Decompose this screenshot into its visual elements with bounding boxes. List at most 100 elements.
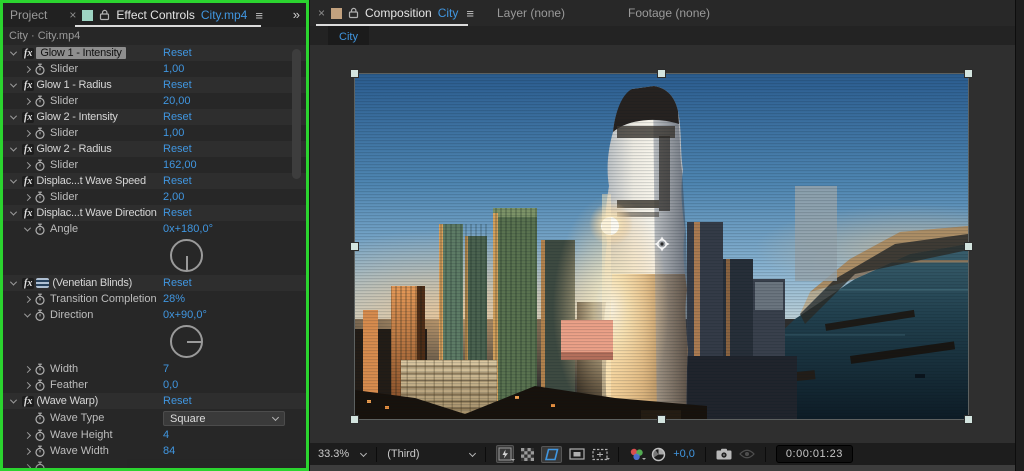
effect-name[interactable]: Displac...t Wave Speed: [36, 175, 146, 187]
mask-visibility-icon[interactable]: [541, 446, 562, 463]
chevron-down-icon[interactable]: [8, 208, 19, 219]
chevron-right-icon[interactable]: [22, 64, 33, 75]
chevron-down-icon[interactable]: [8, 144, 19, 155]
chevron-down-icon[interactable]: [8, 80, 19, 91]
stopwatch-icon[interactable]: [34, 363, 46, 376]
effect-row-displacement-wave-direction[interactable]: fx Displac...t Wave Direction Reset: [3, 205, 306, 221]
property-row-feather[interactable]: Feather 0,0: [3, 377, 306, 393]
reset-link[interactable]: Reset: [163, 143, 192, 155]
property-row-wave-width[interactable]: Wave Width 84: [3, 443, 306, 459]
reset-link[interactable]: Reset: [163, 111, 192, 123]
chevron-right-icon[interactable]: [22, 364, 33, 375]
property-value[interactable]: 84: [163, 445, 175, 457]
property-value[interactable]: 2,00: [163, 191, 184, 203]
effect-name[interactable]: Glow 1 - Intensity: [36, 47, 125, 59]
effect-name[interactable]: (Wave Warp): [36, 395, 98, 407]
stopwatch-icon[interactable]: [34, 445, 46, 458]
close-icon[interactable]: ×: [69, 8, 76, 22]
property-row-wave-type[interactable]: Wave Type Square: [3, 409, 306, 427]
property-row-slider[interactable]: Slider 20,00: [3, 93, 306, 109]
selection-handle-top-right[interactable]: [964, 69, 973, 78]
reset-link[interactable]: Reset: [163, 395, 192, 407]
effect-name[interactable]: Glow 1 - Radius: [36, 79, 111, 91]
reset-link[interactable]: Reset: [163, 277, 192, 289]
composition-viewport[interactable]: [310, 45, 1024, 443]
chevron-right-icon[interactable]: [22, 430, 33, 441]
region-of-interest-icon[interactable]: [569, 448, 585, 460]
effect-row-glow1-radius[interactable]: fx Glow 1 - Radius Reset: [3, 77, 306, 93]
transparency-grid-icon[interactable]: [521, 448, 534, 461]
tab-layer[interactable]: Layer (none): [497, 6, 565, 20]
chevron-down-icon[interactable]: [8, 278, 19, 289]
effect-name[interactable]: (Venetian Blinds): [52, 277, 132, 289]
property-row-transition-completion[interactable]: Transition Completion 28%: [3, 291, 306, 307]
chevron-down-icon[interactable]: [8, 48, 19, 59]
effect-row-wave-warp[interactable]: fx (Wave Warp) Reset: [3, 393, 306, 409]
property-row-clipped[interactable]: [3, 459, 306, 471]
selection-handle-bottom-left[interactable]: [350, 415, 359, 424]
chevron-right-icon[interactable]: [22, 294, 33, 305]
stopwatch-icon[interactable]: [34, 429, 46, 442]
property-value[interactable]: 20,00: [163, 95, 191, 107]
reset-link[interactable]: Reset: [163, 47, 192, 59]
tab-footage[interactable]: Footage (none): [628, 6, 710, 20]
property-value[interactable]: 0,0: [163, 379, 178, 391]
panel-menu-icon[interactable]: ≡: [466, 6, 474, 21]
overflow-chevrons-icon[interactable]: »: [293, 7, 298, 22]
property-row-wave-height[interactable]: Wave Height 4: [3, 427, 306, 443]
chevron-right-icon[interactable]: [22, 446, 33, 457]
effect-row-venetian-blinds[interactable]: fx (Venetian Blinds) Reset: [3, 275, 306, 291]
subtab-city[interactable]: City: [328, 26, 369, 45]
tab-project[interactable]: Project: [10, 8, 47, 22]
reset-link[interactable]: Reset: [163, 207, 192, 219]
chevron-down-icon[interactable]: [22, 224, 33, 235]
composition-canvas[interactable]: [355, 74, 968, 419]
property-value[interactable]: 4: [163, 429, 169, 441]
effect-name[interactable]: Glow 2 - Intensity: [36, 111, 117, 123]
tab-composition[interactable]: × Composition City ≡: [318, 6, 474, 21]
stopwatch-icon[interactable]: [34, 309, 46, 322]
right-panel-splitter[interactable]: [1015, 0, 1024, 471]
effect-name[interactable]: Glow 2 - Radius: [36, 143, 111, 155]
property-value[interactable]: 1,00: [163, 63, 184, 75]
property-row-slider[interactable]: Slider 162,00: [3, 157, 306, 173]
property-row-slider[interactable]: Slider 2,00: [3, 189, 306, 205]
stopwatch-icon[interactable]: [34, 223, 46, 236]
panel-menu-icon[interactable]: ≡: [255, 8, 263, 23]
selection-handle-top-left[interactable]: [350, 69, 359, 78]
selection-handle-top-middle[interactable]: [657, 69, 666, 78]
effect-row-glow2-intensity[interactable]: fx Glow 2 - Intensity Reset: [3, 109, 306, 125]
property-row-direction[interactable]: Direction 0x+90,0°: [3, 307, 306, 323]
direction-dial[interactable]: [170, 325, 203, 358]
angle-dial[interactable]: [170, 239, 203, 272]
stopwatch-icon[interactable]: [34, 379, 46, 392]
property-value[interactable]: 0x+180,0°: [163, 223, 213, 235]
property-value[interactable]: 1,00: [163, 127, 184, 139]
close-icon[interactable]: ×: [318, 6, 325, 20]
effect-row-glow1-intensity[interactable]: fx Glow 1 - Intensity Reset: [3, 45, 306, 61]
selection-handle-bottom-right[interactable]: [964, 415, 973, 424]
stopwatch-icon[interactable]: [34, 159, 46, 172]
property-row-angle[interactable]: Angle 0x+180,0°: [3, 221, 306, 237]
chevron-right-icon[interactable]: [22, 160, 33, 171]
tab-effect-controls[interactable]: × Effect Controls City.mp4 ≡: [69, 8, 263, 23]
reset-link[interactable]: Reset: [163, 79, 192, 91]
wave-type-select[interactable]: Square: [163, 411, 285, 426]
stopwatch-icon[interactable]: [34, 412, 46, 425]
property-value[interactable]: 28%: [163, 293, 185, 305]
chevron-down-icon[interactable]: [22, 310, 33, 321]
current-timecode[interactable]: 0:00:01:23: [776, 445, 853, 463]
stopwatch-icon[interactable]: [34, 63, 46, 76]
stopwatch-icon[interactable]: [34, 127, 46, 140]
show-snapshot-eye-icon[interactable]: [739, 449, 755, 459]
chevron-right-icon[interactable]: [22, 96, 33, 107]
adjust-exposure-icon[interactable]: [651, 447, 666, 462]
stopwatch-icon[interactable]: [34, 95, 46, 108]
property-row-width[interactable]: Width 7: [3, 361, 306, 377]
effect-row-displacement-wave-speed[interactable]: fx Displac...t Wave Speed Reset: [3, 173, 306, 189]
channel-color-settings-icon[interactable]: [629, 448, 644, 461]
selection-handle-middle-right[interactable]: [964, 242, 973, 251]
chevron-right-icon[interactable]: [22, 192, 33, 203]
chevron-right-icon[interactable]: [22, 128, 33, 139]
take-snapshot-camera-icon[interactable]: [716, 448, 732, 460]
